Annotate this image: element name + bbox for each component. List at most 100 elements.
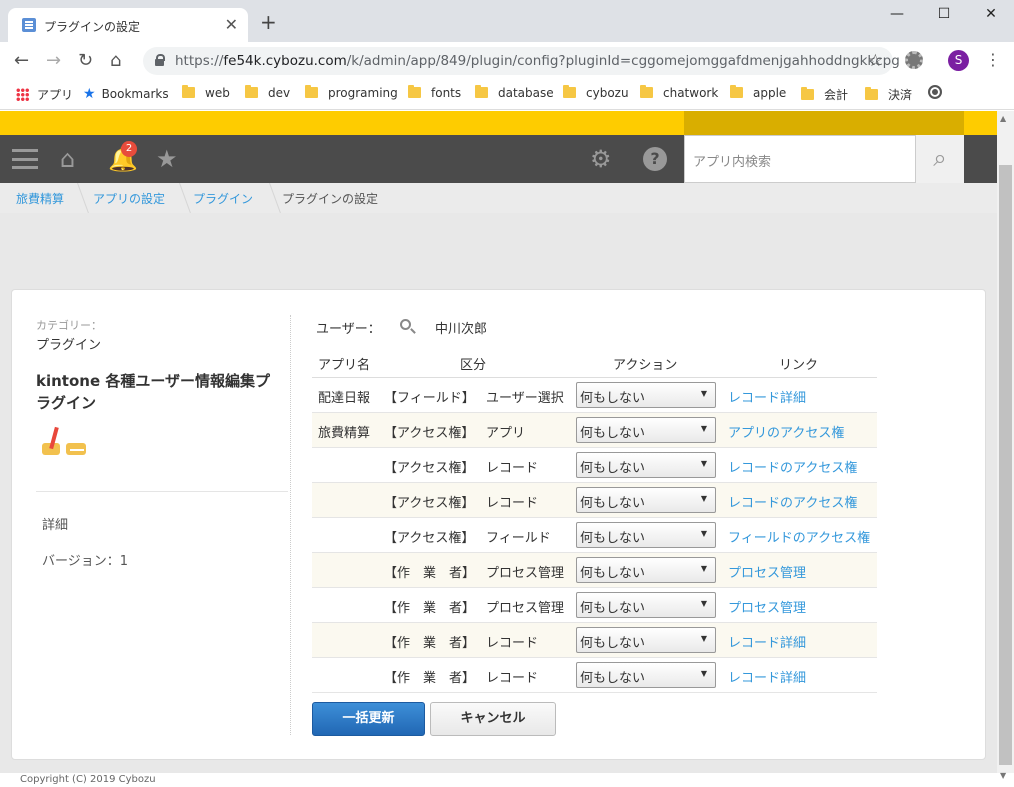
bookmark-folder[interactable]: apple (730, 85, 786, 100)
header-category: 区分 (460, 358, 487, 373)
action-select[interactable]: 何もしない (576, 557, 716, 583)
table-row: 旅費精算 【アクセス権】 アプリ 何もしない アプリのアクセス権 (312, 413, 877, 448)
help-icon[interactable]: ? (643, 147, 667, 171)
menu-icon[interactable] (12, 149, 38, 169)
forward-icon[interactable]: → (46, 50, 61, 71)
scrollbar-thumb[interactable] (999, 165, 1012, 765)
folder-icon (408, 85, 421, 98)
new-tab-icon[interactable]: + (260, 12, 277, 32)
breadcrumb-separator (168, 183, 191, 213)
row-link[interactable]: プロセス管理 (728, 562, 806, 581)
action-select[interactable]: 何もしない (576, 382, 716, 408)
row-link[interactable]: アプリのアクセス権 (728, 422, 844, 441)
app-search-input[interactable]: アプリ内検索 (684, 135, 916, 183)
header-action: アクション (613, 358, 678, 373)
portal-home-icon[interactable]: ⌂ (60, 145, 75, 173)
bookmark-star-icon[interactable]: ☆ (868, 51, 883, 71)
table-row: 【アクセス権】 フィールド 何もしない フィールドのアクセス権 (312, 518, 877, 553)
action-select[interactable]: 何もしない (576, 522, 716, 548)
folder-icon (182, 85, 195, 98)
minimize-icon[interactable]: — (882, 6, 912, 22)
address-bar[interactable]: https://fe54k.cybozu.com/k/admin/app/849… (143, 47, 900, 75)
home-icon[interactable]: ⌂ (110, 50, 121, 71)
bookmarks-bar: アプリ ★ Bookmarks web dev programing fonts … (0, 80, 1014, 110)
breadcrumb-current: プラグインの設定 (282, 192, 379, 206)
plugin-title: kintone 各種ユーザー情報編集プラグイン (36, 372, 271, 412)
cancel-button[interactable]: キャンセル (430, 702, 556, 736)
row-link[interactable]: フィールドのアクセス権 (728, 527, 870, 546)
action-select[interactable]: 何もしない (576, 592, 716, 618)
action-select[interactable]: 何もしない (576, 417, 716, 443)
user-search-icon[interactable] (400, 319, 411, 330)
folder-icon (563, 85, 576, 98)
favorites-star-icon[interactable]: ★ (156, 145, 178, 173)
cell-target: アプリ (486, 426, 526, 441)
browser-menu-icon[interactable]: ⋮ (985, 50, 1001, 69)
bookmark-folder[interactable]: 決済 (865, 86, 912, 103)
tab-close-icon[interactable]: ✕ (225, 15, 238, 34)
url-text[interactable]: https://fe54k.cybozu.com/k/admin/app/849… (175, 53, 900, 69)
action-select[interactable]: 何もしない (576, 452, 716, 478)
row-link[interactable]: レコードのアクセス権 (728, 492, 857, 511)
breadcrumb: 旅費精算 アプリの設定 プラグイン プラグインの設定 (0, 183, 997, 213)
cell-category: 【アクセス権】 (384, 461, 475, 476)
cell-category: 【フィールド】 (384, 391, 475, 406)
cell-target: プロセス管理 (486, 566, 565, 581)
bookmark-folder[interactable]: database (475, 85, 554, 100)
row-link[interactable]: レコード詳細 (728, 632, 806, 651)
details-link[interactable]: 詳細 (42, 514, 68, 533)
breadcrumb-plugins[interactable]: プラグイン (193, 190, 253, 207)
bookmark-bookmarks[interactable]: ★ Bookmarks (83, 86, 169, 102)
action-select[interactable]: 何もしない (576, 627, 716, 653)
scroll-up-icon[interactable]: ▲ (1000, 114, 1006, 123)
cell-category: 【作 業 者】 (384, 601, 476, 616)
cell-category: 【アクセス権】 (384, 426, 475, 441)
copyright-footer: Copyright (C) 2019 Cybozu (0, 773, 997, 787)
cell-target: レコード (486, 671, 539, 686)
maximize-icon[interactable]: ☐ (929, 6, 959, 22)
bookmark-folder[interactable]: web (182, 85, 230, 100)
breadcrumb-app-settings[interactable]: アプリの設定 (93, 190, 165, 207)
tab-title: プラグインの設定 (44, 20, 141, 34)
browser-tab[interactable]: プラグインの設定 ✕ (8, 8, 248, 42)
bookmark-folder[interactable]: chatwork (640, 85, 718, 100)
folder-icon (640, 85, 653, 98)
table-row: 配達日報 【フィールド】 ユーザー選択 何もしない レコード詳細 (312, 378, 877, 413)
back-icon[interactable]: ← (14, 50, 29, 71)
bookmark-folder[interactable]: 会計 (801, 86, 848, 103)
bookmark-folder[interactable]: fonts (408, 85, 461, 100)
action-select[interactable]: 何もしない (576, 487, 716, 513)
panel-divider (290, 315, 291, 735)
scroll-down-icon[interactable]: ▼ (1000, 771, 1006, 780)
folder-icon (475, 85, 488, 98)
plugin-version: バージョン：1 (42, 554, 129, 569)
settings-gear-icon[interactable]: ⚙ (590, 145, 612, 173)
row-link[interactable]: レコード詳細 (728, 667, 806, 686)
bookmark-folder[interactable]: cybozu (563, 85, 629, 100)
row-link[interactable]: プロセス管理 (728, 597, 806, 616)
window-close-icon[interactable]: ✕ (976, 6, 1006, 22)
action-select[interactable]: 何もしない (576, 662, 716, 688)
row-link[interactable]: レコード詳細 (728, 387, 806, 406)
table-row: 【アクセス権】 レコード 何もしない レコードのアクセス権 (312, 448, 877, 483)
globe-icon[interactable] (928, 85, 942, 99)
cell-app: 旅費精算 (318, 426, 371, 441)
table-row: 【作 業 者】 プロセス管理 何もしない プロセス管理 (312, 553, 877, 588)
folder-icon (305, 85, 318, 98)
table-row: 【作 業 者】 レコード 何もしない レコード詳細 (312, 658, 877, 693)
row-link[interactable]: レコードのアクセス権 (728, 457, 857, 476)
bookmark-folder[interactable]: programing (305, 85, 398, 100)
star-icon: ★ (83, 86, 96, 102)
profile-avatar[interactable]: S (948, 50, 969, 71)
cell-category: 【作 業 者】 (384, 566, 476, 581)
search-icon[interactable]: ⌕ (916, 135, 964, 183)
bookmark-apps[interactable]: アプリ (16, 86, 73, 103)
header-user-area[interactable] (684, 111, 964, 135)
reload-icon[interactable]: ↻ (78, 50, 93, 71)
bookmark-folder[interactable]: dev (245, 85, 290, 100)
extension-icon[interactable] (905, 51, 923, 69)
bulk-update-button[interactable]: 一括更新 (312, 702, 425, 736)
folder-icon (801, 87, 814, 100)
folder-icon (730, 85, 743, 98)
breadcrumb-app[interactable]: 旅費精算 (16, 190, 64, 207)
